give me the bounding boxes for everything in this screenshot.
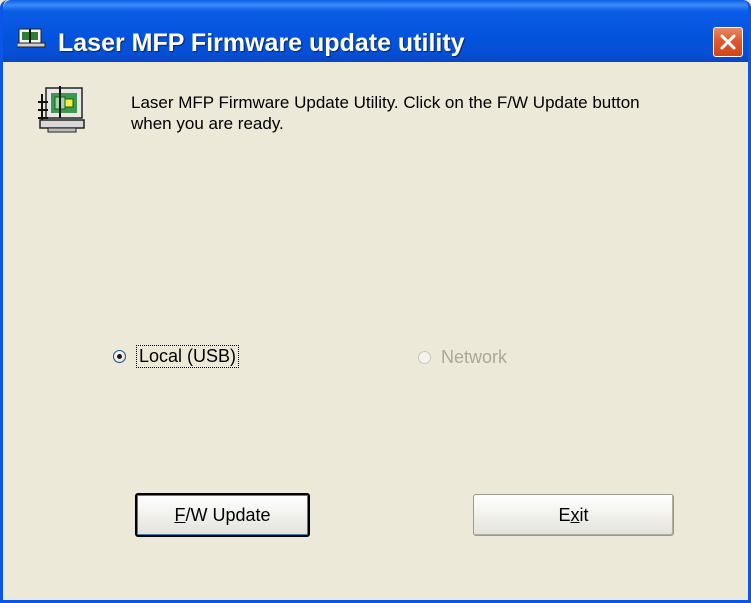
instruction-text: Laser MFP Firmware Update Utility. Click…	[131, 93, 640, 133]
fw-update-button[interactable]: F/W Update	[135, 493, 310, 537]
radio-selected-indicator[interactable]	[113, 350, 126, 363]
exit-button[interactable]: Exit	[473, 494, 674, 536]
exit-mnemonic: x	[570, 505, 580, 525]
fw-update-label: /W Update	[185, 505, 271, 525]
radio-unselected-indicator	[418, 351, 431, 364]
radio-local-usb-label[interactable]: Local (USB)	[136, 345, 240, 368]
dialog-body: Laser MFP Firmware Update Utility. Click…	[6, 62, 748, 600]
exit-label-start: E	[558, 505, 571, 525]
firmware-computer-icon	[38, 86, 85, 133]
close-icon	[720, 34, 736, 50]
radio-local-usb[interactable]: Local (USB)	[113, 345, 240, 368]
exit-label-end: it	[579, 505, 589, 525]
window-title: Laser MFP Firmware update utility	[58, 29, 465, 57]
firmware-update-window: Laser MFP Firmware update utility Laser …	[0, 0, 751, 603]
close-button[interactable]	[713, 27, 743, 57]
radio-network: Network	[418, 347, 507, 368]
fw-update-mnemonic: F	[174, 505, 186, 525]
printer-app-icon	[17, 28, 46, 48]
title-bar[interactable]: Laser MFP Firmware update utility	[3, 0, 748, 62]
radio-network-label: Network	[441, 347, 508, 367]
